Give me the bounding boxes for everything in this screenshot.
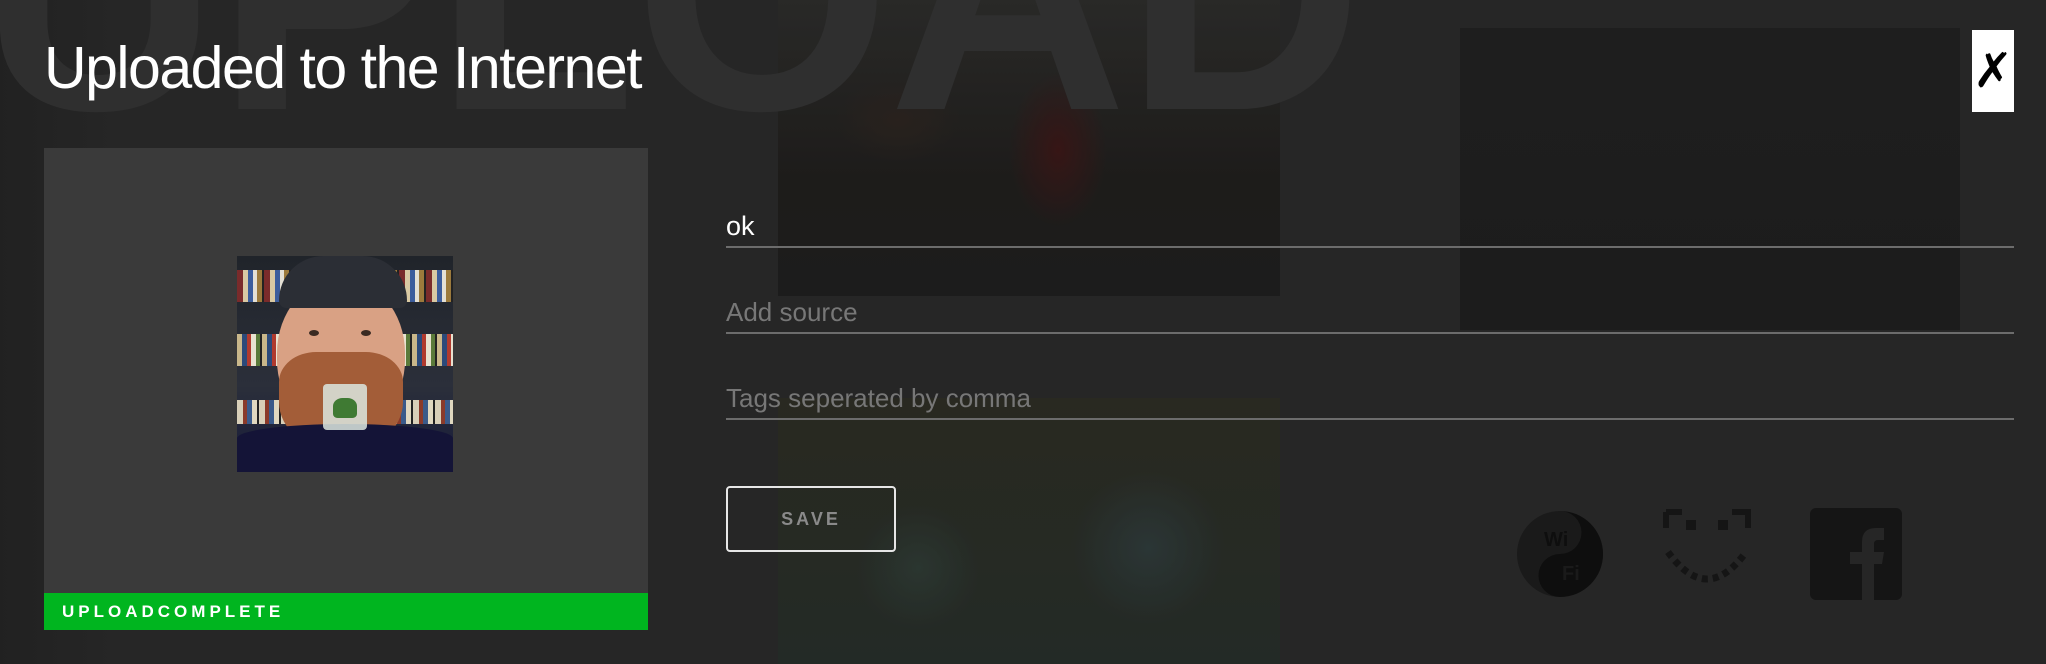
upload-status-bar: UPLOADCOMPLETE (44, 593, 648, 630)
close-button[interactable]: ✗ (1972, 30, 2014, 112)
smiley-face-icon[interactable] (1660, 508, 1754, 602)
background-image-tile (1460, 28, 1960, 330)
svg-text:Wi: Wi (1544, 529, 1568, 551)
facebook-icon[interactable] (1810, 508, 1902, 600)
upload-preview: UPLOADCOMPLETE (44, 148, 648, 630)
uploaded-image-thumbnail (237, 256, 453, 472)
save-button[interactable]: SAVE (726, 486, 896, 552)
title-input[interactable] (726, 210, 2014, 242)
tags-input[interactable] (726, 382, 2014, 414)
source-field (726, 292, 2014, 334)
upload-status-text: UPLOADCOMPLETE (62, 601, 285, 621)
title-field (726, 206, 2014, 248)
wifi-yin-yang-icon[interactable]: Wi Fi (1514, 508, 1606, 600)
page-title: Uploaded to the Internet (44, 35, 643, 101)
svg-text:Fi: Fi (1562, 563, 1580, 585)
tags-field (726, 378, 2014, 420)
source-input[interactable] (726, 296, 2014, 328)
close-x-icon: ✗ (1972, 43, 2014, 99)
